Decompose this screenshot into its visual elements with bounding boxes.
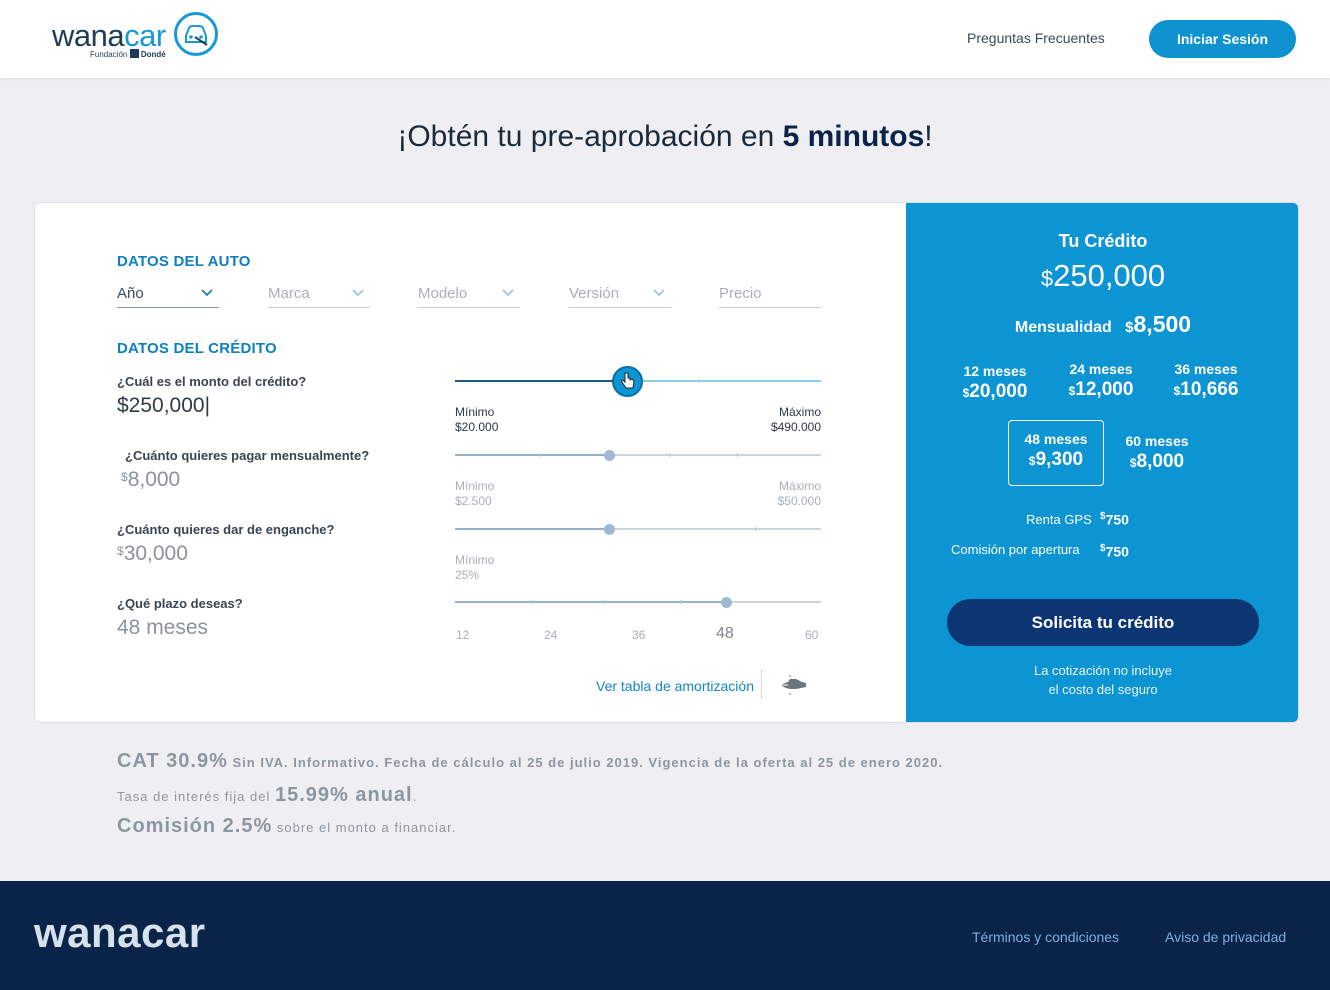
- amount-question: ¿Cuál es el monto del crédito?: [117, 374, 307, 389]
- term-question: ¿Qué plazo deseas?: [117, 596, 243, 611]
- header: wanacar Fundación Dondé Preguntas Frecue…: [0, 0, 1330, 78]
- monthly-payment: Mensualidad $8,500: [1014, 311, 1192, 337]
- commission-value: $750: [1100, 543, 1129, 560]
- slider-handle[interactable]: [612, 366, 643, 397]
- slider-handle[interactable]: [604, 450, 615, 461]
- footer: wanacar Términos y condiciones Aviso de …: [0, 881, 1330, 990]
- monthly-input[interactable]: $8,000: [121, 468, 180, 492]
- car-badge-icon: [174, 12, 218, 56]
- year-dropdown[interactable]: Año: [117, 285, 219, 308]
- amortization-link[interactable]: Ver tabla de amortización: [596, 678, 754, 694]
- hand-cursor-icon: [621, 372, 635, 389]
- divider: [761, 669, 762, 699]
- form-panel: DATOS DEL AUTO Año Marca Modelo Versión …: [35, 203, 906, 722]
- amount-max: Máximo $490.000: [770, 405, 821, 434]
- term-card-24[interactable]: 24 meses $12,000: [1051, 361, 1151, 401]
- term-card-36[interactable]: 36 meses $10,666: [1156, 361, 1256, 401]
- apply-credit-button[interactable]: Solicita tu crédito: [947, 599, 1259, 646]
- page-title: ¡Obtén tu pre-aprobación en 5 minutos!: [397, 120, 933, 153]
- commission-label: Comisión por apertura: [951, 542, 1080, 557]
- term-option-36[interactable]: 36: [632, 628, 645, 642]
- term-value: 48 meses: [117, 616, 209, 639]
- box-icon: [129, 49, 139, 58]
- cat-disclaimer: CAT 30.9% Sin IVA. Informativo. Fecha de…: [117, 750, 944, 772]
- amount-min: Mínimo $20.000: [455, 405, 499, 434]
- monthly-min: Mínimo $2.500: [455, 479, 495, 508]
- slider-handle[interactable]: [721, 597, 732, 608]
- down-payment-question: ¿Cuánto quieres dar de enganche?: [117, 522, 335, 537]
- chevron-down-icon: [653, 289, 665, 297]
- term-slider[interactable]: [455, 592, 821, 612]
- footer-logo[interactable]: wanacar: [34, 909, 206, 957]
- faq-link[interactable]: Preguntas Frecuentes: [967, 30, 1105, 46]
- term-option-48[interactable]: 48: [716, 625, 734, 643]
- credit-amount: $250,000: [1040, 258, 1166, 293]
- chevron-down-icon: [352, 289, 364, 297]
- summary-panel: Tu Crédito $250,000 Mensualidad $8,500 1…: [906, 203, 1298, 722]
- wanacar-logo[interactable]: wanacar Fundación Dondé: [52, 12, 222, 62]
- monthly-question: ¿Cuánto quieres pagar mensualmente?: [125, 448, 370, 463]
- login-button[interactable]: Iniciar Sesión: [1149, 20, 1296, 58]
- down-payment-slider[interactable]: [455, 519, 821, 539]
- insurance-note: La cotización no incluye el costo del seg…: [1033, 663, 1173, 697]
- privacy-link[interactable]: Aviso de privacidad: [1165, 929, 1286, 945]
- amount-input[interactable]: $250,000|: [117, 394, 210, 418]
- car-section-title: DATOS DEL AUTO: [117, 253, 251, 270]
- rate-disclaimer: Tasa de interés fija del 15.99% anual.: [117, 784, 418, 806]
- slider-handle[interactable]: [604, 524, 615, 535]
- chevron-down-icon: [502, 289, 514, 297]
- chevron-down-icon: [201, 289, 213, 297]
- amount-slider[interactable]: [455, 366, 821, 397]
- term-option-12[interactable]: 12: [456, 628, 469, 642]
- terms-link[interactable]: Términos y condiciones: [972, 929, 1119, 945]
- term-option-60[interactable]: 60: [805, 628, 818, 642]
- down-payment-input[interactable]: $30,000: [117, 542, 188, 566]
- model-dropdown[interactable]: Modelo: [418, 285, 520, 308]
- term-card-60[interactable]: 60 meses $8,000: [1107, 433, 1207, 473]
- gps-label: Renta GPS: [1026, 512, 1092, 527]
- term-option-24[interactable]: 24: [544, 628, 557, 642]
- quote-card: DATOS DEL AUTO Año Marca Modelo Versión …: [34, 202, 1299, 723]
- monthly-slider[interactable]: [455, 445, 821, 465]
- brand-dropdown[interactable]: Marca: [268, 285, 370, 308]
- logo-subtitle: Fundación Dondé: [90, 49, 166, 59]
- commission-disclaimer: Comisión 2.5% sobre el monto a financiar…: [117, 815, 457, 837]
- term-card-48-selected[interactable]: 48 meses $9,300: [1008, 420, 1104, 486]
- pointing-hand-icon[interactable]: [776, 673, 808, 697]
- gps-value: $750: [1100, 511, 1129, 528]
- price-field[interactable]: Precio: [719, 285, 821, 308]
- version-dropdown[interactable]: Versión: [569, 285, 671, 308]
- summary-title: Tu Crédito: [1058, 231, 1148, 251]
- credit-section-title: DATOS DEL CRÉDITO: [117, 340, 277, 357]
- term-card-12[interactable]: 12 meses $20,000: [945, 363, 1045, 403]
- monthly-max: Máximo $50.000: [777, 479, 821, 508]
- down-payment-min: Mínimo 25%: [455, 553, 495, 582]
